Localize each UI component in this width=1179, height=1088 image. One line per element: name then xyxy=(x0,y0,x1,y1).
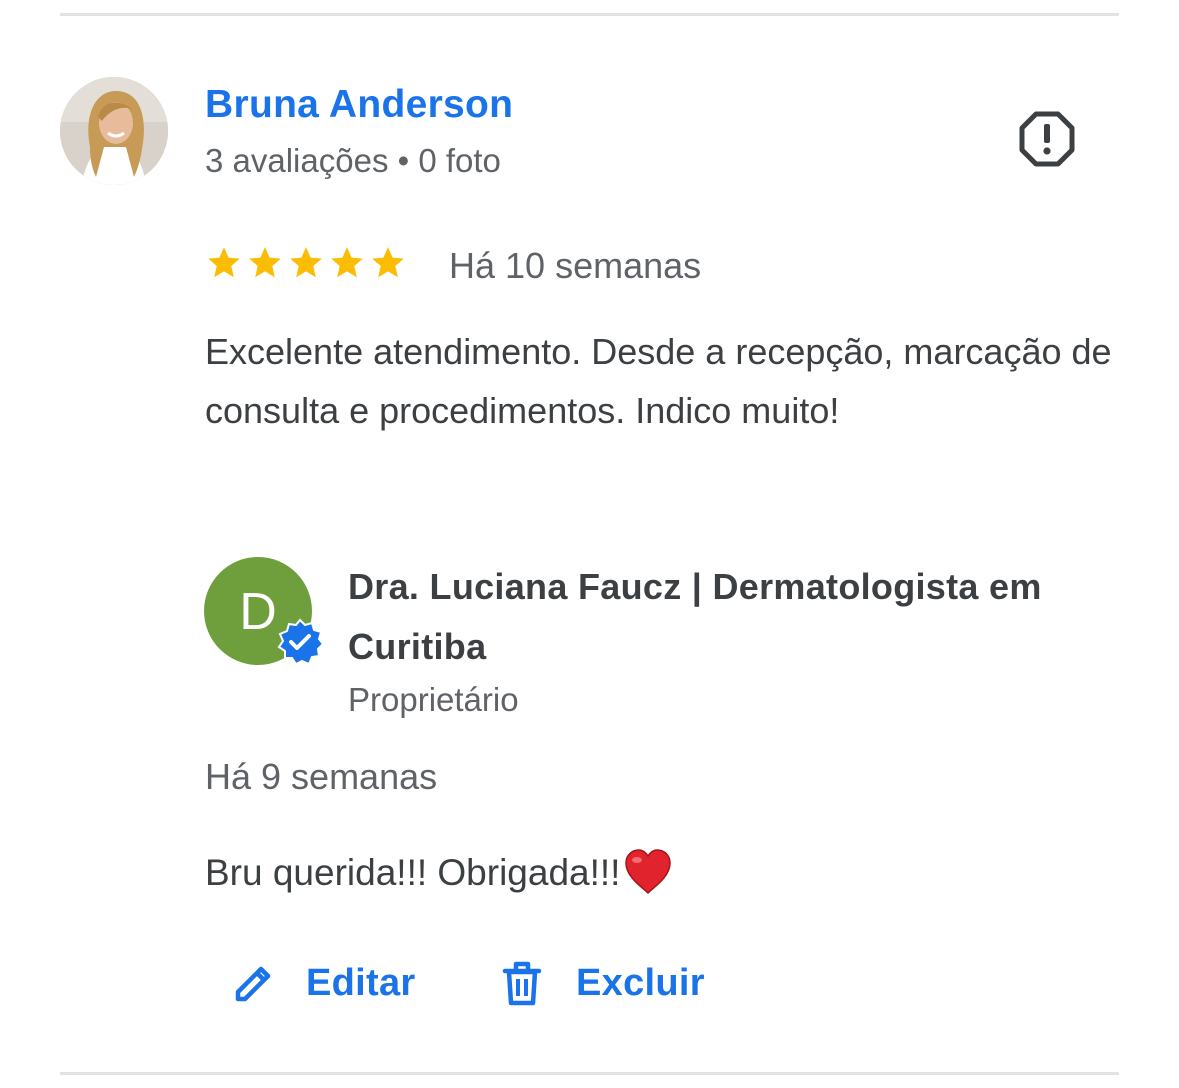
heart-emoji-icon xyxy=(625,849,672,895)
star-icon xyxy=(249,247,281,278)
top-divider xyxy=(60,13,1119,16)
bottom-divider xyxy=(60,1072,1119,1075)
reply-text-content: Bru querida!!! Obrigada!!! xyxy=(205,852,621,893)
reviewer-name[interactable]: Bruna Anderson xyxy=(205,82,513,128)
verified-badge-icon xyxy=(277,618,324,666)
star-rating xyxy=(205,244,407,284)
edit-label: Editar xyxy=(306,961,416,1004)
review-text: Excelente atendimento. Desde a recepção,… xyxy=(205,331,1112,431)
trash-icon xyxy=(502,961,542,1006)
report-icon xyxy=(1019,111,1075,167)
owner-name: Dra. Luciana Faucz | Dermatologista em C… xyxy=(348,566,1042,667)
star-icon xyxy=(372,247,404,278)
reviewer-meta: 3 avaliações • 0 foto xyxy=(205,142,501,179)
star-icon xyxy=(331,247,363,278)
delete-label: Excluir xyxy=(576,961,705,1004)
reply-text: Bru querida!!! Obrigada!!! xyxy=(205,847,674,899)
report-button[interactable] xyxy=(1017,109,1077,169)
edit-button[interactable]: Editar xyxy=(230,955,416,1011)
review-time: Há 10 semanas xyxy=(449,245,702,286)
delete-button[interactable]: Excluir xyxy=(498,955,705,1011)
star-icon xyxy=(208,247,240,278)
reply-time: Há 9 semanas xyxy=(205,756,438,797)
owner-role: Proprietário xyxy=(348,681,519,718)
pencil-icon xyxy=(235,966,271,1002)
reviewer-avatar[interactable] xyxy=(60,77,168,185)
star-icon xyxy=(290,247,322,278)
